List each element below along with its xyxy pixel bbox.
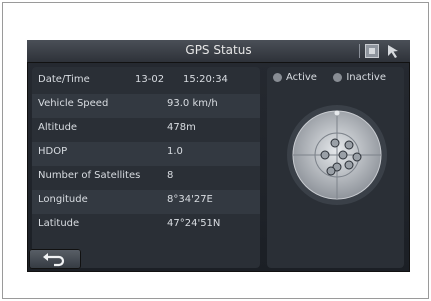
satellite-dot xyxy=(352,152,362,162)
altitude-value: 478m xyxy=(167,122,196,133)
vehicle-speed-label: Vehicle Speed xyxy=(38,98,109,109)
satellite-dot xyxy=(338,150,348,160)
hdop-label: HDOP xyxy=(38,146,68,157)
time-value: 15:20:34 xyxy=(183,74,228,85)
settings-icon[interactable] xyxy=(365,44,379,58)
radar-north-marker xyxy=(334,110,340,116)
gps-status-screen: GPS Status Date/Time 13-02 15:20:34 Vehi… xyxy=(27,40,410,272)
altitude-label: Altitude xyxy=(38,122,78,133)
row-longitude: Longitude 8°34'27E xyxy=(32,190,260,214)
satellite-panel: Active Inactive xyxy=(267,67,404,268)
hdop-value: 1.0 xyxy=(167,146,183,157)
active-dot-icon xyxy=(273,72,282,82)
date-value: 13-02 xyxy=(135,74,165,85)
legend: Active Inactive xyxy=(273,72,386,83)
title-separator xyxy=(359,44,360,58)
datetime-label: Date/Time xyxy=(38,74,90,85)
row-altitude: Altitude 478m xyxy=(32,118,260,142)
satellite-dot xyxy=(320,150,330,160)
latitude-value: 47°24'51N xyxy=(167,218,221,229)
longitude-value: 8°34'27E xyxy=(167,194,213,205)
back-button[interactable] xyxy=(29,249,81,269)
row-datetime: Date/Time 13-02 15:20:34 xyxy=(32,70,260,94)
row-latitude: Latitude 47°24'51N xyxy=(32,214,260,238)
satellite-dot xyxy=(344,160,354,170)
legend-inactive-label: Inactive xyxy=(346,72,386,83)
satellite-dot xyxy=(330,138,340,148)
satellite-radar xyxy=(287,105,387,205)
satellite-dot xyxy=(326,166,336,176)
legend-active-label: Active xyxy=(286,72,317,83)
satellites-value: 8 xyxy=(167,170,174,181)
title-bar: GPS Status xyxy=(27,40,410,63)
row-satellites: Number of Satellites 8 xyxy=(32,166,260,190)
page-title: GPS Status xyxy=(185,43,252,57)
cursor-icon[interactable] xyxy=(385,42,403,60)
inactive-dot-icon xyxy=(333,72,343,82)
satellite-dot xyxy=(344,140,354,150)
latitude-label: Latitude xyxy=(38,218,80,229)
row-hdop: HDOP 1.0 xyxy=(32,142,260,166)
longitude-label: Longitude xyxy=(38,194,88,205)
satellites-label: Number of Satellites xyxy=(38,170,141,181)
back-icon xyxy=(43,253,65,267)
vehicle-speed-value: 93.0 km/h xyxy=(167,98,218,109)
row-vehicle-speed: Vehicle Speed 93.0 km/h xyxy=(32,94,260,118)
gps-info-panel: Date/Time 13-02 15:20:34 Vehicle Speed 9… xyxy=(32,67,260,268)
